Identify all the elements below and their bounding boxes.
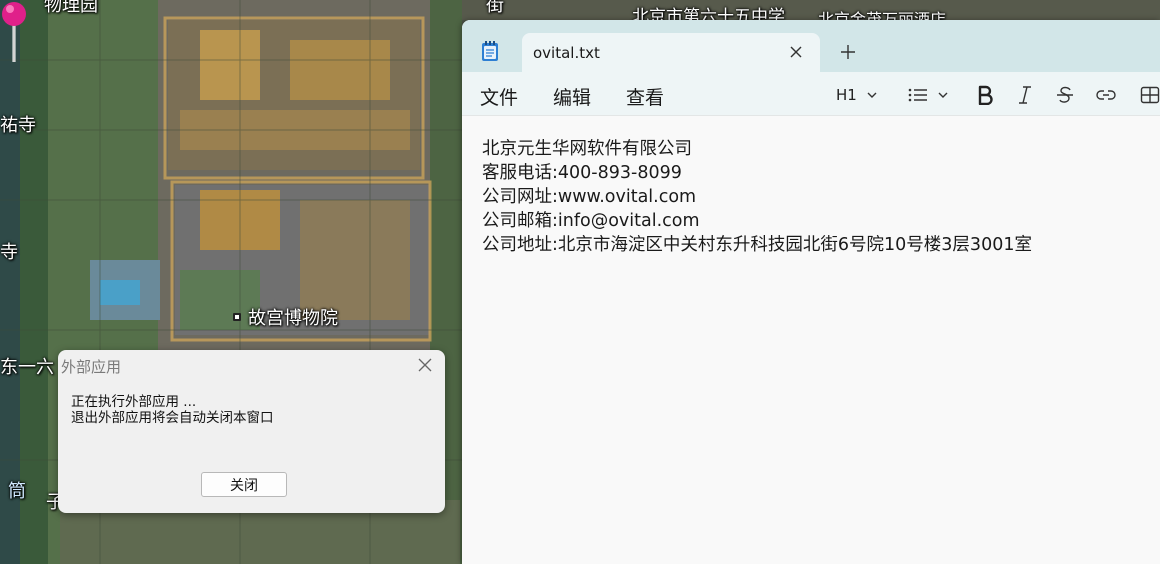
text-editor-area[interactable]: 北京元生华网软件有限公司 客服电话:400-893-8099 公司网址:www.… xyxy=(482,137,1142,257)
bold-button[interactable] xyxy=(976,84,994,106)
menu-edit[interactable]: 编辑 xyxy=(553,83,591,110)
text-line: 公司地址:北京市海淀区中关村东升科技园北街6号院10号楼3层3001室 xyxy=(482,235,1032,255)
strikethrough-icon xyxy=(1057,86,1073,103)
link-button[interactable] xyxy=(1096,84,1116,106)
map-label: 筒 xyxy=(8,481,26,502)
text-line: 北京元生华网软件有限公司 xyxy=(482,139,692,159)
poi-marker-icon[interactable] xyxy=(233,313,241,321)
tab-title: ovital.txt xyxy=(533,44,600,62)
location-pin-icon[interactable] xyxy=(0,0,28,64)
chevron-down-icon xyxy=(867,92,877,98)
chevron-down-icon xyxy=(938,92,948,98)
external-app-dialog: 外部应用 正在执行外部应用 ... 退出外部应用将会自动关闭本窗口 关闭 xyxy=(58,350,445,513)
notepad-app-icon xyxy=(482,41,498,61)
bulleted-list-icon xyxy=(908,88,927,102)
map-label: 东一六 xyxy=(0,357,54,378)
close-button[interactable]: 关闭 xyxy=(201,472,287,497)
menu-bar: 文件 编辑 查看 H1 xyxy=(462,72,1160,116)
italic-button[interactable] xyxy=(1016,84,1034,106)
tab-ovital-txt[interactable]: ovital.txt xyxy=(522,33,820,72)
menu-view[interactable]: 查看 xyxy=(626,83,664,110)
dialog-title: 外部应用 xyxy=(61,358,122,376)
close-tab-icon[interactable] xyxy=(786,42,806,62)
map-label: 祐寺 xyxy=(0,115,36,136)
dialog-message: 正在执行外部应用 ... 退出外部应用将会自动关闭本窗口 xyxy=(71,394,274,426)
link-icon xyxy=(1096,90,1116,100)
strikethrough-button[interactable] xyxy=(1056,84,1074,106)
notepad-titlebar[interactable]: ovital.txt xyxy=(462,20,1160,72)
list-dropdown[interactable] xyxy=(908,84,950,106)
heading-label: H1 xyxy=(836,86,857,104)
close-icon[interactable] xyxy=(417,357,433,373)
heading-dropdown[interactable]: H1 xyxy=(836,84,879,106)
map-label: 街 xyxy=(486,0,504,16)
text-line: 客服电话:400-893-8099 xyxy=(482,163,682,183)
map-label: 物理园 xyxy=(44,0,98,16)
table-button[interactable] xyxy=(1140,84,1160,106)
dialog-message-line: 退出外部应用将会自动关闭本窗口 xyxy=(71,410,274,426)
new-tab-icon[interactable] xyxy=(838,42,858,62)
bold-icon xyxy=(978,85,993,105)
map-label: 寺 xyxy=(0,242,18,263)
dialog-message-line: 正在执行外部应用 ... xyxy=(71,394,197,410)
text-line: 公司网址:www.ovital.com xyxy=(482,187,697,207)
text-line: 公司邮箱:info@ovital.com xyxy=(482,211,700,231)
table-icon xyxy=(1140,86,1160,104)
notepad-window: ovital.txt 文件 编辑 查看 H1 北京元生华网软件有限公司 客服电话… xyxy=(462,20,1160,564)
menu-file[interactable]: 文件 xyxy=(480,83,518,110)
poi-label-palace-museum[interactable]: 故宫博物院 xyxy=(248,304,338,330)
italic-icon xyxy=(1019,86,1031,104)
